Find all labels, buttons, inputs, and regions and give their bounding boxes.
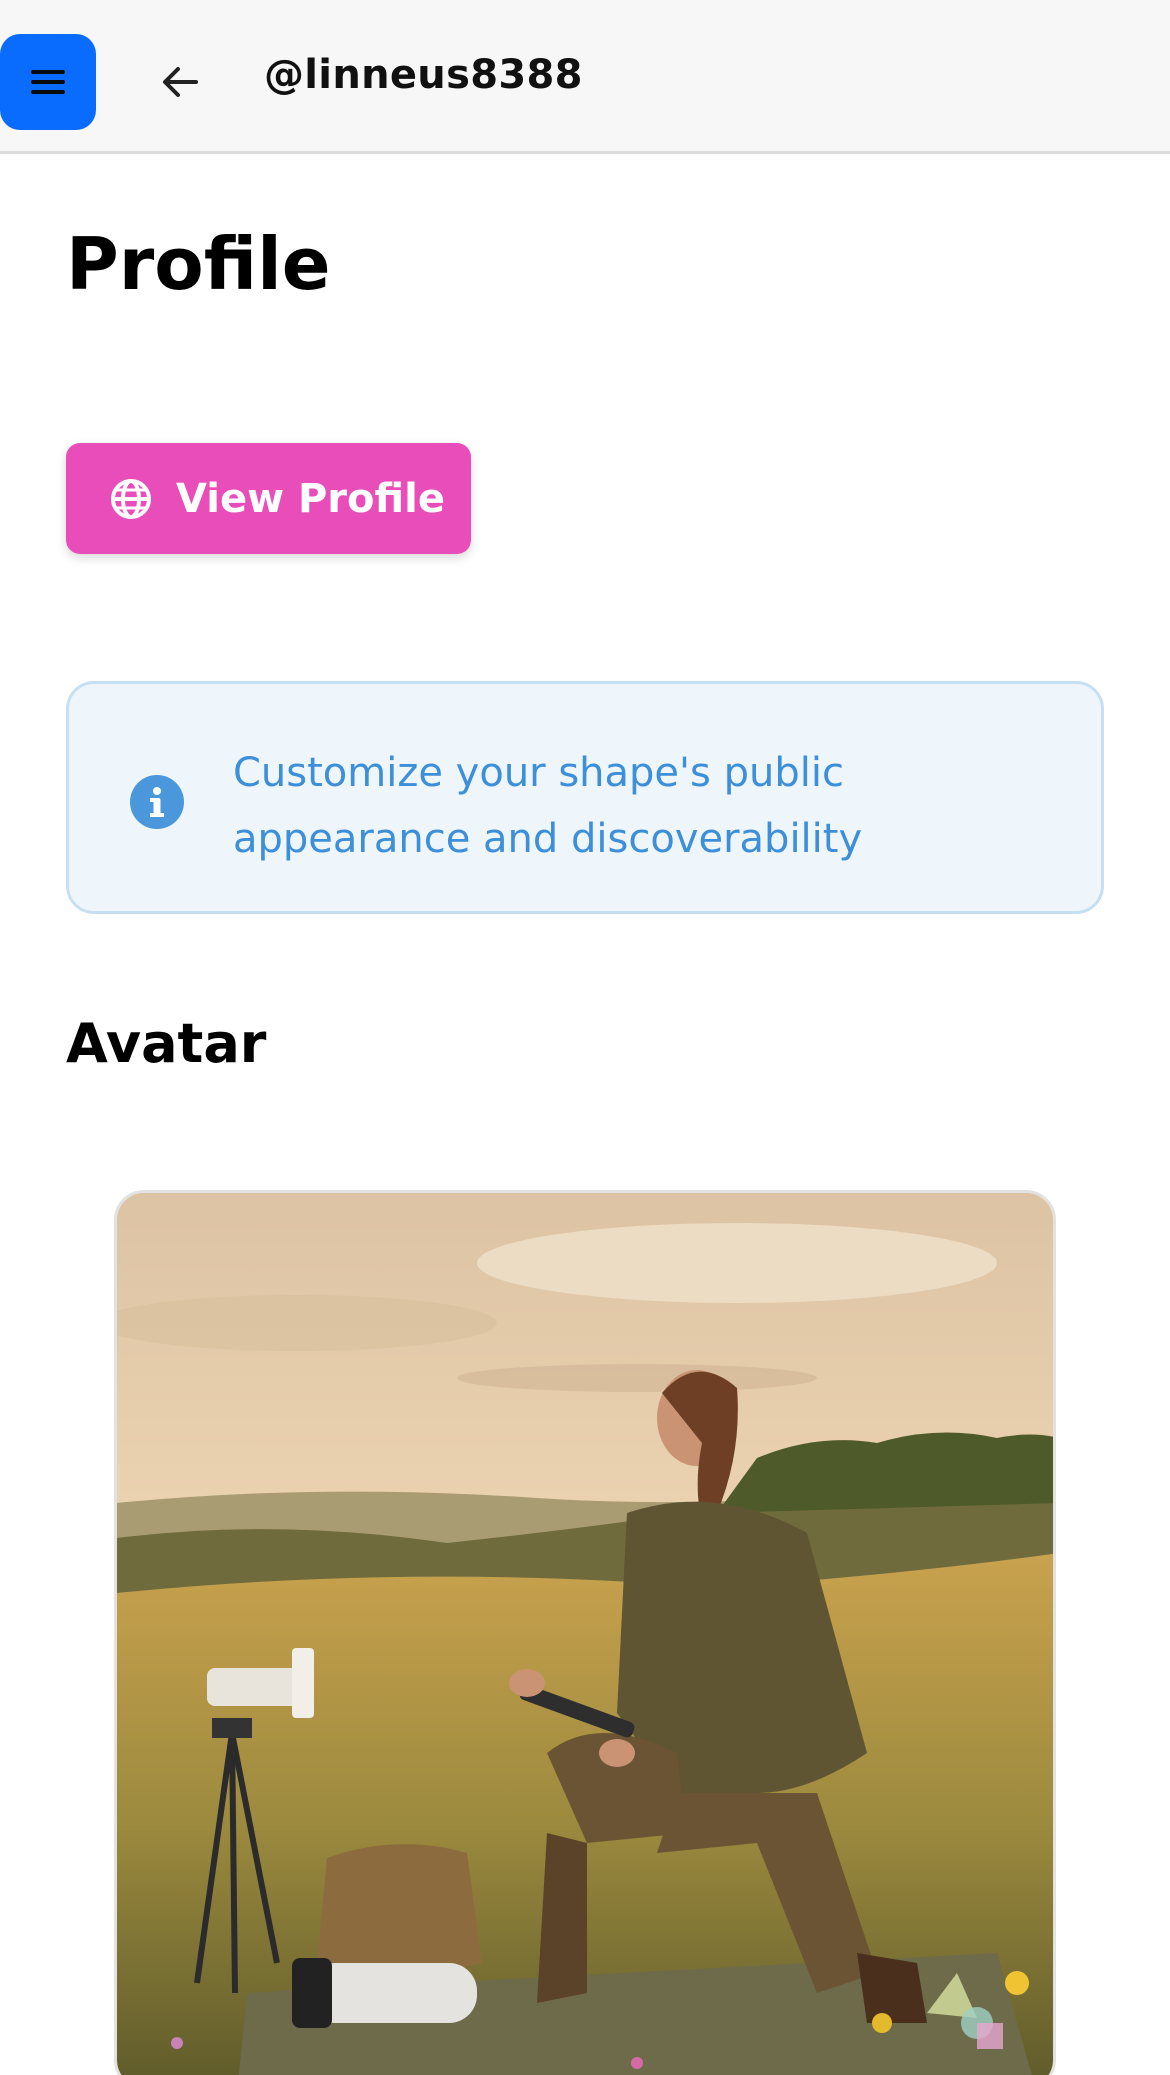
info-banner-text: Customize your shape's public appearance… xyxy=(233,750,863,862)
back-button[interactable] xyxy=(150,48,210,116)
avatar-section-title: Avatar xyxy=(66,1012,267,1075)
avatar-image[interactable] xyxy=(114,1190,1056,2075)
avatar-illustration xyxy=(117,1193,1053,2075)
page-title: Profile xyxy=(66,222,331,306)
arrow-left-icon xyxy=(163,67,198,97)
info-banner: Customize your shape's public appearance… xyxy=(66,681,1104,914)
view-profile-label: View Profile xyxy=(176,475,445,522)
view-profile-button[interactable]: View Profile xyxy=(66,443,471,554)
menu-button[interactable] xyxy=(0,34,96,130)
hamburger-menu-icon xyxy=(31,70,65,94)
top-bar: @linneus8388 xyxy=(0,0,1170,154)
username-handle: @linneus8388 xyxy=(264,52,583,98)
info-circle-icon xyxy=(130,775,184,829)
globe-icon xyxy=(111,478,151,519)
